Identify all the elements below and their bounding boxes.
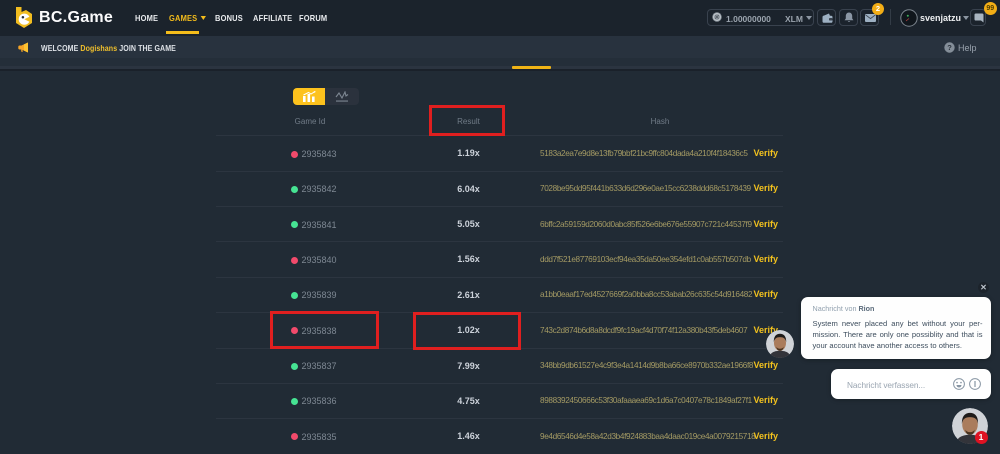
svg-text:?: ? <box>947 43 952 52</box>
